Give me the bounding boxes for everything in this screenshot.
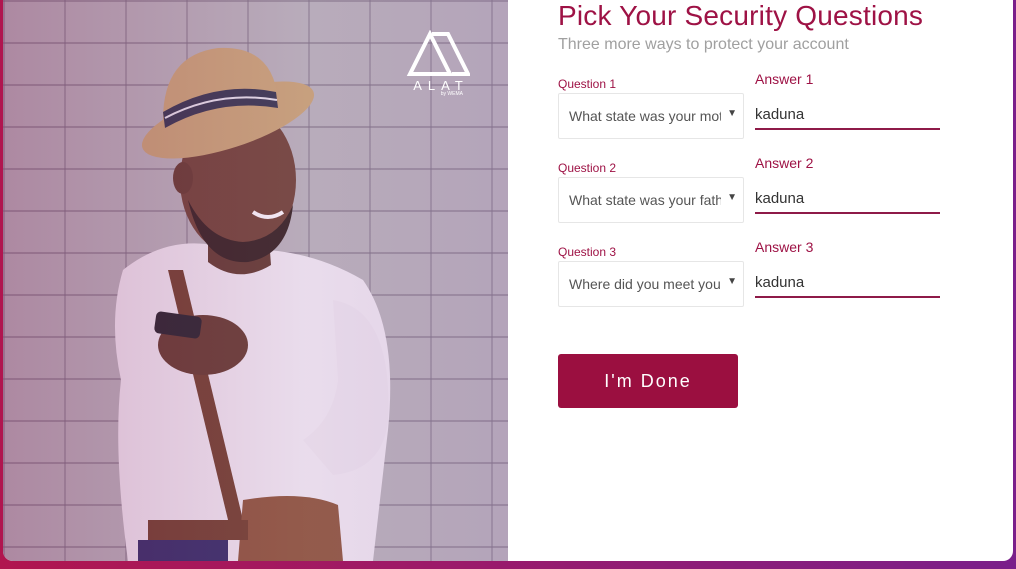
question-1-selected: What state was your mother born in? [569, 108, 721, 124]
alat-logo: ALAT by WEMA [403, 30, 473, 97]
done-button[interactable]: I'm Done [558, 354, 738, 408]
answer-3-label: Answer 3 [755, 239, 814, 255]
hero-image: ALAT by WEMA [3, 0, 508, 561]
dropdown-caret-icon: ▼ [727, 276, 737, 287]
question-2-selected: What state was your father born in? [569, 192, 721, 208]
question-1-label: Question 1 [558, 77, 617, 91]
question-3-selected: Where did you meet your spouse? [569, 276, 721, 292]
question-2-label: Question 2 [558, 161, 617, 175]
dropdown-caret-icon: ▼ [727, 108, 737, 119]
answer-2-input[interactable] [755, 184, 940, 214]
page-title: Pick Your Security Questions [558, 0, 924, 31]
answer-1-label: Answer 1 [755, 71, 814, 87]
page-subtitle: Three more ways to protect your account [558, 36, 849, 53]
question-3-label: Question 3 [558, 245, 617, 259]
question-3-select[interactable]: Where did you meet your spouse? ▼ [558, 261, 744, 307]
question-2-select[interactable]: What state was your father born in? ▼ [558, 177, 744, 223]
answer-1-input[interactable] [755, 100, 940, 130]
answer-2-label: Answer 2 [755, 155, 814, 171]
alat-logo-icon [403, 30, 473, 76]
question-1-select[interactable]: What state was your mother born in? ▼ [558, 93, 744, 139]
security-questions-card: ALAT by WEMA Pick Your Security Question… [3, 0, 1013, 561]
security-form: Pick Your Security Questions Three more … [558, 0, 998, 561]
answer-3-input[interactable] [755, 268, 940, 298]
dropdown-caret-icon: ▼ [727, 192, 737, 203]
